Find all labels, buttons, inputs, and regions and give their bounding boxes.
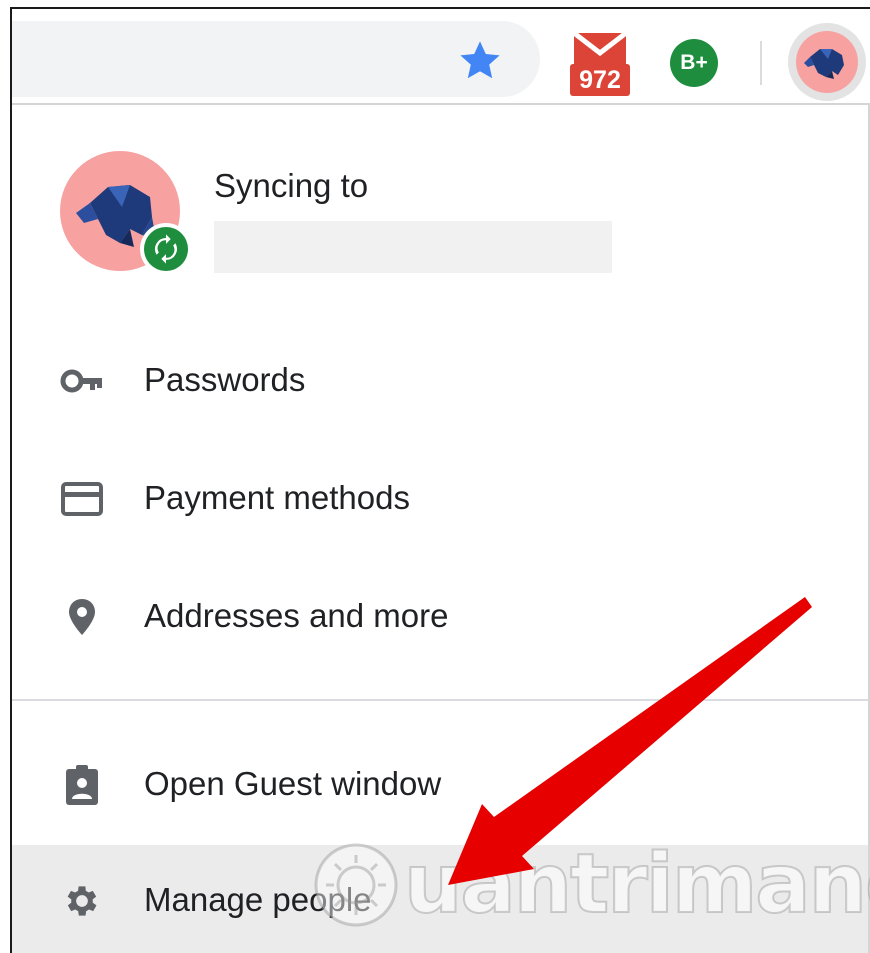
menu-item-label: Addresses and more bbox=[144, 597, 449, 634]
bookmark-star-icon[interactable] bbox=[456, 37, 504, 85]
key-icon bbox=[60, 369, 102, 393]
gear-icon bbox=[67, 886, 97, 916]
toolbar-divider bbox=[760, 41, 762, 85]
menu-item-passwords[interactable]: Passwords bbox=[12, 325, 868, 435]
menu-item-addresses[interactable]: Addresses and more bbox=[12, 561, 868, 671]
gmail-unread-count: 972 bbox=[570, 64, 630, 96]
gmail-extension-button[interactable]: 972 bbox=[570, 33, 630, 101]
menu-divider bbox=[12, 699, 868, 701]
menu-item-label: Passwords bbox=[144, 361, 306, 398]
sync-icon bbox=[155, 234, 177, 264]
guest-badge-icon bbox=[66, 765, 98, 805]
credit-card-icon bbox=[61, 482, 103, 516]
syncing-to-label: Syncing to bbox=[214, 167, 369, 204]
menu-item-manage-people[interactable]: Manage people bbox=[12, 845, 868, 953]
menu-item-label: Payment methods bbox=[144, 479, 410, 516]
sync-badge bbox=[140, 223, 192, 275]
menu-item-open-guest-window[interactable]: Open Guest window bbox=[12, 729, 868, 839]
browser-window: 972 B+ Syncing to Passwords Payment meth… bbox=[10, 7, 870, 953]
account-email-redacted bbox=[214, 221, 612, 273]
profile-button[interactable] bbox=[788, 23, 866, 101]
gmail-envelope-icon bbox=[574, 33, 626, 67]
menu-item-label: Manage people bbox=[144, 881, 372, 918]
menu-item-label: Open Guest window bbox=[144, 765, 442, 802]
profile-menu: Syncing to Passwords Payment methods Add… bbox=[12, 103, 870, 953]
menu-item-payment-methods[interactable]: Payment methods bbox=[12, 443, 868, 553]
extension-b-plus-button[interactable]: B+ bbox=[670, 39, 718, 87]
location-pin-icon bbox=[69, 599, 95, 635]
browser-toolbar: 972 B+ bbox=[12, 9, 870, 105]
profile-avatar-icon bbox=[796, 31, 858, 93]
